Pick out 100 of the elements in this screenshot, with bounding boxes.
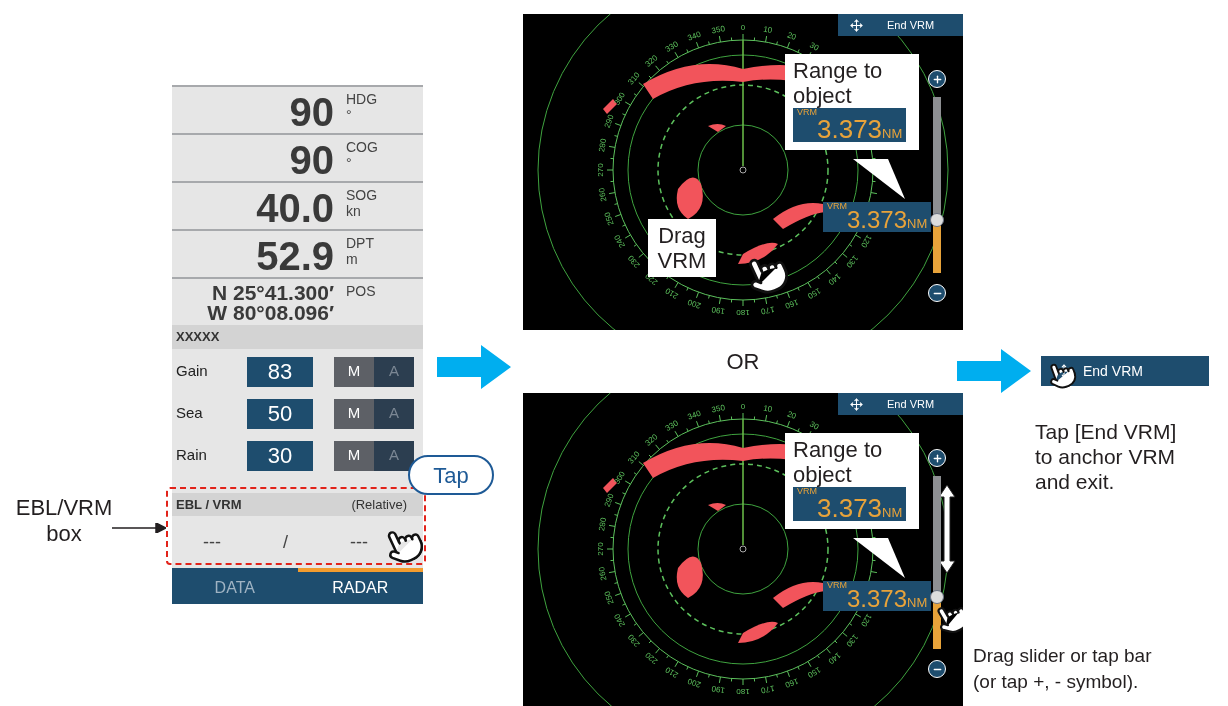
bearing-label: 160 bbox=[783, 676, 800, 690]
drag-note: Drag VRM bbox=[648, 219, 716, 277]
bearing-label: 300 bbox=[612, 90, 627, 107]
slider-track[interactable] bbox=[933, 97, 941, 273]
readout-label: HDG bbox=[346, 91, 378, 107]
bearing-label: 230 bbox=[626, 632, 642, 649]
pointer-arrow bbox=[112, 523, 166, 533]
bearing-label: 210 bbox=[663, 665, 680, 680]
bearing-label: 200 bbox=[686, 676, 703, 690]
bearing-label: 120 bbox=[859, 233, 874, 250]
bearing-label: 340 bbox=[686, 408, 703, 422]
radar-echo bbox=[773, 203, 825, 229]
bearing-label: 30 bbox=[808, 419, 821, 432]
arrow-icon bbox=[957, 349, 1031, 393]
callout-text: Range to object bbox=[793, 58, 884, 108]
readout-label: DPT bbox=[346, 235, 374, 251]
bearing-label: 260 bbox=[597, 566, 609, 582]
radar-echo bbox=[738, 242, 778, 264]
bearing-label: 310 bbox=[626, 70, 642, 87]
radar-echo bbox=[773, 582, 825, 608]
bearing-label: 190 bbox=[710, 304, 726, 316]
bearing-label: 340 bbox=[686, 29, 703, 43]
slider-thumb[interactable] bbox=[930, 590, 944, 605]
bearing-label: 320 bbox=[643, 432, 660, 448]
bearing-label: 190 bbox=[710, 683, 726, 695]
zoom-in-button[interactable] bbox=[928, 449, 946, 467]
readout-value: 90 bbox=[289, 139, 334, 181]
move-icon bbox=[850, 397, 863, 411]
separator: / bbox=[283, 530, 288, 554]
bearing-label: 270 bbox=[596, 163, 606, 177]
readout-value: 52.9 bbox=[256, 235, 334, 277]
control-value[interactable]: 83 bbox=[247, 356, 313, 387]
readout-label: POS bbox=[346, 283, 376, 299]
bearing-label: 20 bbox=[786, 409, 798, 421]
control-label: Gain bbox=[175, 361, 209, 382]
radar-echo bbox=[676, 556, 703, 598]
control-value[interactable]: 50 bbox=[247, 398, 313, 429]
bearing-label: 280 bbox=[597, 516, 609, 532]
section-title: XXXXX bbox=[172, 325, 423, 349]
bearing-label: 300 bbox=[612, 469, 627, 486]
bearing-label: 30 bbox=[808, 40, 821, 53]
bearing-label: 170 bbox=[760, 683, 776, 695]
bearing-label: 150 bbox=[806, 286, 823, 301]
slider-thumb[interactable] bbox=[930, 213, 944, 228]
ebl-value: --- bbox=[203, 530, 221, 554]
callout-pointer bbox=[853, 538, 905, 578]
bearing-label: 140 bbox=[826, 650, 843, 666]
mode-toggle[interactable]: M bbox=[334, 440, 374, 471]
tab[interactable]: DATA bbox=[172, 568, 298, 604]
zoom-in-button[interactable] bbox=[928, 70, 946, 88]
bearing-label: 20 bbox=[786, 30, 798, 42]
radar-echo bbox=[708, 124, 726, 132]
bearing-label: 160 bbox=[783, 297, 800, 311]
bearing-label: 310 bbox=[626, 449, 642, 466]
slider-track[interactable] bbox=[933, 476, 941, 649]
bearing-label: 150 bbox=[806, 665, 823, 680]
mode-toggle[interactable]: M bbox=[334, 398, 374, 429]
bearing-label: 330 bbox=[663, 39, 680, 54]
radar-echo bbox=[676, 177, 703, 219]
end-vrm-button[interactable]: End VRM bbox=[838, 14, 963, 36]
bearing-label: 0 bbox=[740, 402, 746, 412]
bearing-label: 230 bbox=[626, 253, 642, 270]
readout-value: 40.0 bbox=[256, 187, 334, 229]
bearing-label: 210 bbox=[663, 286, 680, 301]
bearing-label: 280 bbox=[597, 137, 609, 153]
bearing-label: 10 bbox=[762, 24, 773, 35]
bearing-label: 250 bbox=[602, 210, 616, 227]
bearing-label: 240 bbox=[612, 233, 627, 250]
zoom-out-button[interactable] bbox=[928, 660, 946, 678]
zoom-out-button[interactable] bbox=[928, 284, 946, 302]
mode-toggle[interactable]: M bbox=[334, 356, 374, 387]
readout-label: COG bbox=[346, 139, 378, 155]
bearing-label: 290 bbox=[602, 492, 616, 509]
bearing-label: 320 bbox=[643, 53, 660, 69]
callout-text: Range to object bbox=[793, 437, 884, 487]
end-vrm-button[interactable]: End VRM bbox=[838, 393, 963, 415]
slider-note: Drag slider or tap bar (or tap +, - symbol). bbox=[973, 644, 1152, 694]
bearing-label: 120 bbox=[859, 612, 874, 629]
ebl-vrm-title: EBL / VRM bbox=[176, 495, 242, 514]
readout-label: SOG bbox=[346, 187, 378, 203]
bearing-label: 350 bbox=[710, 403, 726, 415]
bearing-label: 0 bbox=[740, 23, 746, 33]
bearing-label: 290 bbox=[602, 113, 616, 130]
control-value[interactable]: 30 bbox=[247, 440, 313, 471]
bearing-label: 220 bbox=[643, 650, 660, 666]
radar-echo bbox=[708, 503, 726, 511]
vrm-value: --- bbox=[350, 530, 369, 554]
bearing-label: 140 bbox=[826, 271, 843, 287]
tab[interactable]: RADAR bbox=[297, 568, 423, 604]
bearing-label: 250 bbox=[602, 589, 616, 606]
readout-value: 90 bbox=[289, 91, 334, 133]
bearing-label: 170 bbox=[760, 304, 776, 316]
bearing-label: 130 bbox=[844, 253, 860, 270]
radar-echo bbox=[738, 621, 778, 643]
bearing-label: 260 bbox=[597, 187, 609, 203]
control-label: Sea bbox=[175, 403, 204, 424]
or-label: OR bbox=[726, 348, 760, 376]
ebl-vrm-mode: (Relative) bbox=[351, 495, 408, 514]
bearing-label: 330 bbox=[663, 418, 680, 433]
bearing-label: 270 bbox=[596, 542, 606, 556]
